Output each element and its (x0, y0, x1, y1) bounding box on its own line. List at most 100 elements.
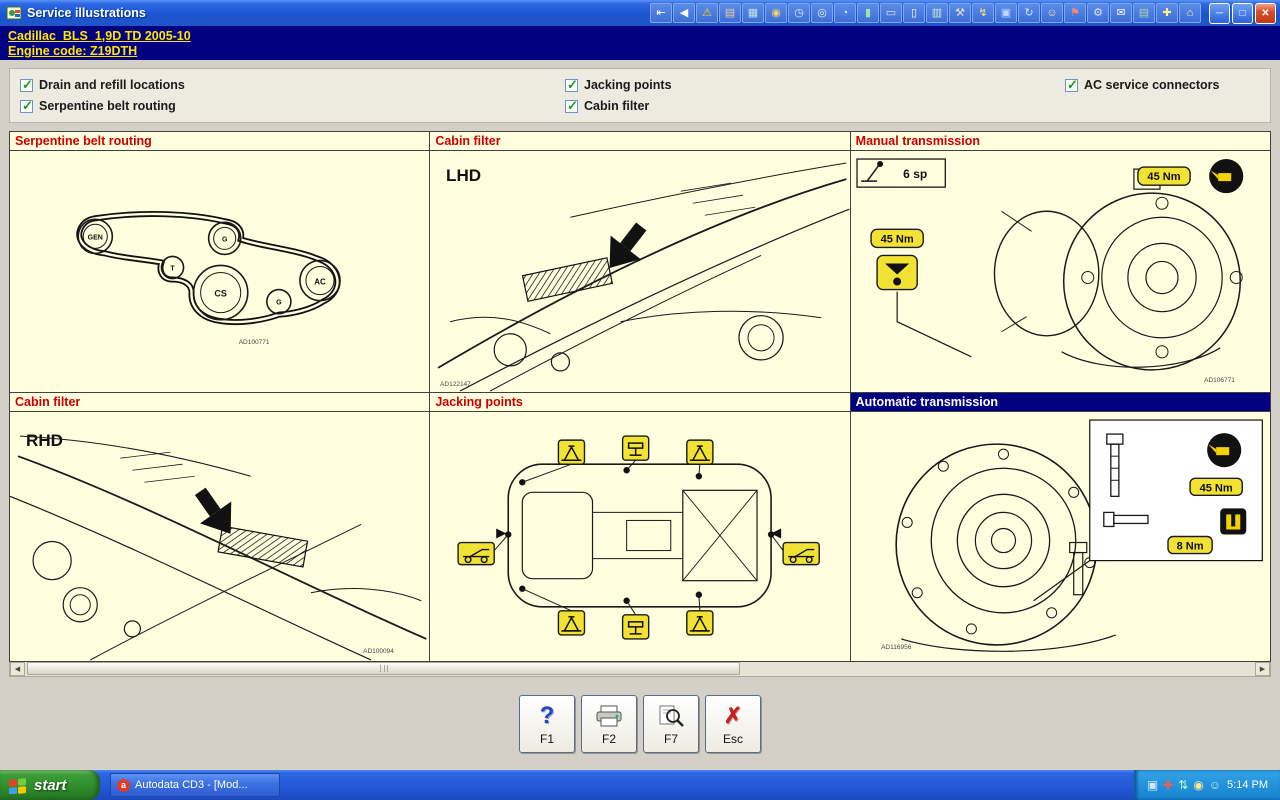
pulley-label-ac: AC (314, 278, 326, 287)
plus-icon[interactable]: ✚ (1156, 3, 1178, 23)
gauge-icon[interactable]: ◷ (788, 3, 810, 23)
wheel-icon[interactable]: ◎ (811, 3, 833, 23)
key-label: F7 (664, 732, 678, 746)
panel-manual-transmission[interactable]: Manual transmission 6 sp (851, 132, 1270, 392)
volume-icon[interactable]: ◉ (1193, 779, 1203, 791)
print-f2-button[interactable]: F2 (581, 695, 637, 753)
close-button[interactable]: ✕ (1255, 3, 1276, 24)
warning-triangle-icon[interactable]: ⚠ (696, 3, 718, 23)
gears-icon[interactable]: ⚙ (1087, 3, 1109, 23)
battery-icon[interactable]: ▮ (857, 3, 879, 23)
plug-icon (1220, 508, 1246, 534)
toolbar: ⇤◀⚠▤▦◉◷◎◔▮▭▯▥⚒↯▣↻☺⚑⚙✉▤✚⌂ (650, 3, 1201, 23)
cabin-filter-lhd-diagram: LHD (430, 151, 849, 392)
torque-badge: 45 Nm (880, 233, 913, 245)
clock: 5:14 PM (1227, 779, 1268, 791)
scroll-left-button[interactable]: ◀ (10, 662, 25, 676)
automatic-transmission-illustration[interactable]: 45 Nm 8 Nm AD116956 (851, 412, 1270, 661)
flag-icon[interactable]: ⚑ (1064, 3, 1086, 23)
minimize-button[interactable]: ─ (1209, 3, 1230, 24)
vehicle-model: Cadillac BLS 1,9D TD 2005-10 (8, 29, 1272, 43)
filter-label: Drain and refill locations (39, 78, 185, 92)
clock-icon[interactable]: ◔ (834, 3, 856, 23)
checkbox-icon[interactable] (1065, 79, 1078, 92)
illustration-filter-bar: Drain and refill locations Serpentine be… (9, 68, 1271, 123)
torque-badge: 45 Nm (1147, 171, 1180, 183)
filter-jacking-points[interactable]: Jacking points (565, 78, 1065, 92)
help-f1-button[interactable]: ? F1 (519, 695, 575, 753)
belt-diagram: GEN G T CS G AC AD100771 (10, 151, 429, 392)
escape-button[interactable]: ✗ Esc (705, 695, 761, 753)
manual-transmission-illustration[interactable]: 6 sp 45 Nm (851, 151, 1270, 392)
torque-badge: 8 Nm (1176, 541, 1203, 553)
engine-icon[interactable]: ▭ (880, 3, 902, 23)
manuals-icon[interactable]: ▤ (719, 3, 741, 23)
system-tray: ▣ ✚ ⇅ ◉ ☺ 5:14 PM (1134, 770, 1280, 800)
taskbar-item-autodata[interactable]: a Autodata CD3 - [Mod... (110, 773, 280, 797)
panel-jacking-points[interactable]: Jacking points (430, 393, 849, 661)
nav-first-icon[interactable]: ⇤ (650, 3, 672, 23)
panel-automatic-transmission[interactable]: Automatic transmission (851, 393, 1270, 661)
messenger-icon[interactable]: ☺ (1209, 779, 1221, 791)
illustration-code: AD100771 (239, 339, 270, 346)
coin-icon[interactable]: ◉ (765, 3, 787, 23)
key-label: F2 (602, 732, 616, 746)
illustration-icon[interactable]: ▦ (742, 3, 764, 23)
window-title: Service illustrations (27, 6, 146, 20)
checkbox-icon[interactable] (565, 79, 578, 92)
user-icon[interactable]: ☺ (1041, 3, 1063, 23)
jack-point-icon (458, 436, 819, 639)
vehicle-info-bar: Cadillac BLS 1,9D TD 2005-10 Engine code… (0, 26, 1280, 60)
service-illustrations-window: Service illustrations ⇤◀⚠▤▦◉◷◎◔▮▭▯▥⚒↯▣↻☺… (0, 0, 1280, 800)
zoom-f7-button[interactable]: F7 (643, 695, 699, 753)
home-icon[interactable]: ⌂ (1179, 3, 1201, 23)
panel-title: Cabin filter (10, 393, 429, 412)
wiring-icon[interactable]: ↯ (972, 3, 994, 23)
key-label: Esc (723, 732, 743, 746)
shield-icon[interactable]: ✚ (1163, 779, 1173, 791)
checkbox-icon[interactable] (20, 79, 33, 92)
horizontal-scrollbar[interactable]: ◀ ▶ (9, 662, 1271, 677)
app-icon (6, 5, 22, 21)
filter-drain-and-refill[interactable]: Drain and refill locations (20, 78, 565, 92)
filter-ac-service-connectors[interactable]: AC service connectors (1065, 78, 1260, 92)
cabin-filter-rhd-diagram: RHD (10, 412, 429, 661)
chip-icon[interactable]: ▤ (1133, 3, 1155, 23)
scroll-right-button[interactable]: ▶ (1255, 662, 1270, 676)
panel-cabin-filter-lhd[interactable]: Cabin filter LHD (430, 132, 849, 392)
document-icon[interactable]: ▯ (903, 3, 925, 23)
start-button[interactable]: start (0, 770, 100, 800)
cabin-filter-lhd-illustration[interactable]: LHD (430, 151, 849, 392)
checkbox-icon[interactable] (20, 100, 33, 113)
network-icon[interactable]: ⇅ (1178, 779, 1188, 791)
taskbar-item-label: Autodata CD3 - [Mod... (135, 779, 248, 791)
checkbox-icon[interactable] (565, 100, 578, 113)
zoom-icon (657, 704, 685, 728)
refresh-icon[interactable]: ↻ (1018, 3, 1040, 23)
panel-title: Cabin filter (430, 132, 849, 151)
vehicle-engine-code: Engine code: Z19DTH (8, 44, 1272, 58)
monitor-icon[interactable]: ▣ (995, 3, 1017, 23)
panel-serpentine-belt-routing[interactable]: Serpentine belt routing (10, 132, 429, 392)
nav-back-icon[interactable]: ◀ (673, 3, 695, 23)
belt-illustration[interactable]: GEN G T CS G AC AD100771 (10, 151, 429, 392)
illustration-code: AD100094 (363, 648, 394, 655)
tools-icon[interactable]: ⚒ (949, 3, 971, 23)
scrollbar-thumb[interactable] (27, 662, 740, 675)
windows-taskbar: start a Autodata CD3 - [Mod... ▣ ✚ ⇅ ◉ ☺ 5:1… (0, 770, 1280, 800)
illustration-code: AD116956 (881, 644, 912, 651)
jacking-points-illustration[interactable] (430, 412, 849, 661)
maximize-button[interactable]: □ (1232, 3, 1253, 24)
display-icon[interactable]: ▣ (1147, 779, 1158, 791)
panel-cabin-filter-rhd[interactable]: Cabin filter RHD (10, 393, 429, 661)
variant-label: RHD (26, 431, 63, 450)
cabin-filter-rhd-illustration[interactable]: RHD (10, 412, 429, 661)
autodata-icon: a (117, 779, 130, 792)
filter-cabin-filter[interactable]: Cabin filter (565, 99, 1065, 113)
mail-icon[interactable]: ✉ (1110, 3, 1132, 23)
automatic-transmission-diagram: 45 Nm 8 Nm AD116956 (851, 412, 1270, 661)
scrollbar-track[interactable] (25, 662, 1255, 676)
service-grid-icon[interactable]: ▥ (926, 3, 948, 23)
illustration-code: AD106771 (1204, 377, 1235, 384)
filter-serpentine-belt[interactable]: Serpentine belt routing (20, 99, 565, 113)
